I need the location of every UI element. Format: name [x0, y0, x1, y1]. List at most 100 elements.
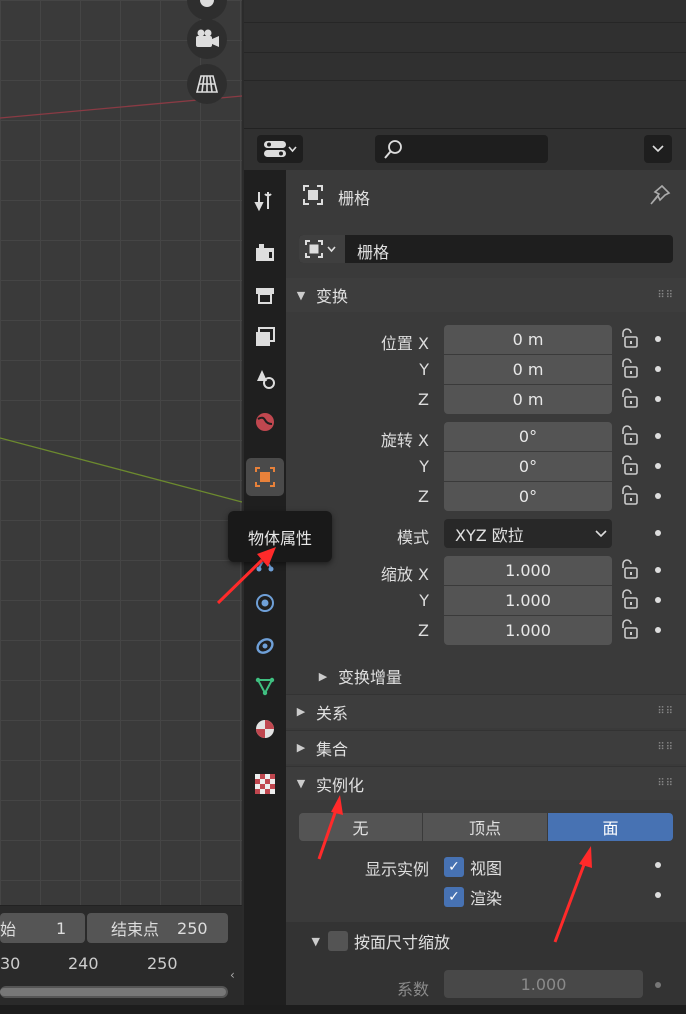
perspective-grid-icon[interactable]	[187, 64, 227, 104]
pin-icon[interactable]	[648, 183, 672, 207]
tab-render[interactable]	[246, 234, 284, 272]
rotation-x-keyframe-dot[interactable]	[655, 433, 661, 439]
end-frame-field[interactable]: 结束点 250	[87, 913, 228, 943]
properties-header	[244, 128, 686, 170]
rotation-z-lock-icon[interactable]	[618, 485, 640, 507]
rotation-z-field[interactable]: 0°	[444, 482, 612, 511]
scale-x-lock-icon[interactable]	[618, 559, 640, 581]
location-y-keyframe-dot[interactable]	[655, 366, 661, 372]
rotation-mode-select[interactable]: XYZ 欧拉	[444, 519, 612, 548]
tab-physics[interactable]	[246, 584, 284, 622]
rotation-y-field[interactable]: 0°	[444, 452, 612, 481]
rotation-z-label: Z	[418, 487, 429, 506]
object-browse-button[interactable]	[299, 235, 345, 263]
object-name-field[interactable]: 栅格	[299, 235, 673, 263]
show-render-checkbox[interactable]: ✓ 渲染	[444, 885, 502, 909]
viewport-axis-lines	[0, 95, 242, 503]
material-icon	[256, 720, 274, 738]
scale-x-keyframe-dot[interactable]	[655, 567, 661, 573]
location-y-field[interactable]: 0 m	[444, 355, 612, 384]
location-x-keyframe-dot[interactable]	[655, 336, 661, 342]
options-dropdown-button[interactable]	[644, 135, 672, 163]
editor-type-button[interactable]	[257, 135, 303, 163]
rotation-y-lock-icon[interactable]	[618, 455, 640, 477]
chevron-down-icon	[652, 145, 664, 153]
relations-section-header[interactable]: ▶ 关系 ⠿⠿	[286, 694, 686, 728]
delta-transform-section-header[interactable]: ▶ 变换增量	[308, 659, 686, 693]
object-properties-panel: 栅格 栅格 ▼ 变换 ⠿⠿ 位置 X Y Z 0 m 0 m 0 m 旋转 X Y …	[286, 170, 686, 1005]
search-input[interactable]	[375, 135, 548, 163]
physics-icon	[256, 594, 274, 612]
show-viewport-checkbox[interactable]: ✓ 视图	[444, 855, 502, 879]
location-z-lock-icon[interactable]	[618, 388, 640, 410]
location-x-field[interactable]: 0 m	[444, 325, 612, 354]
keyframe-dot[interactable]	[655, 892, 661, 898]
tab-data[interactable]	[246, 667, 284, 705]
rotation-mode-keyframe-dot[interactable]	[655, 530, 661, 536]
start-frame-field[interactable]: 始 1	[0, 913, 85, 943]
checkmark-icon: ✓	[444, 887, 464, 907]
scale-z-field[interactable]: 1.000	[444, 616, 612, 645]
location-x-lock-icon[interactable]	[618, 328, 640, 350]
mesh-data-icon	[255, 677, 275, 696]
scale-y-field[interactable]: 1.000	[444, 586, 612, 615]
tab-constraints[interactable]	[246, 626, 284, 664]
instancing-none-option[interactable]: 无	[299, 813, 422, 841]
scale-z-keyframe-dot[interactable]	[655, 627, 661, 633]
status-bar	[0, 1005, 686, 1014]
collections-section-header[interactable]: ▶ 集合 ⠿⠿	[286, 730, 686, 764]
scale-by-face-header[interactable]: ▼ 按面尺寸缩放	[286, 922, 686, 960]
location-y-lock-icon[interactable]	[618, 358, 640, 380]
chevron-down-icon	[595, 530, 607, 538]
instancing-vertices-option[interactable]: 顶点	[423, 813, 547, 841]
scale-y-keyframe-dot[interactable]	[655, 597, 661, 603]
location-z-label: Z	[418, 390, 429, 409]
rotation-x-field[interactable]: 0°	[444, 422, 612, 451]
instancing-section-header[interactable]: ▼ 实例化 ⠿⠿	[286, 766, 686, 800]
keyframe-dot[interactable]	[655, 982, 661, 988]
show-instancer-label: 显示实例	[364, 860, 429, 879]
rotation-y-label: Y	[419, 457, 429, 476]
tab-view-layer[interactable]	[246, 318, 284, 356]
collections-title: 集合	[316, 739, 349, 759]
viewport-label: 视图	[470, 859, 503, 878]
timeline-tick: 250	[147, 954, 178, 973]
tab-output[interactable]	[246, 276, 284, 314]
keyframe-dot[interactable]	[655, 862, 661, 868]
camera-icon[interactable]	[187, 19, 227, 59]
rotation-x-lock-icon[interactable]	[618, 425, 640, 447]
editor-type-icon	[264, 141, 297, 157]
object-icon	[255, 467, 275, 487]
timeline-tick: 240	[68, 954, 99, 973]
tab-material[interactable]	[246, 710, 284, 748]
end-frame-value: 250	[177, 918, 208, 938]
factor-label: 系数	[396, 980, 429, 999]
scale-x-field[interactable]: 1.000	[444, 556, 612, 585]
location-z-field[interactable]: 0 m	[444, 385, 612, 414]
timeline-scrollbar[interactable]	[0, 986, 228, 998]
tab-scene[interactable]	[246, 360, 284, 398]
start-frame-value: 1	[56, 918, 67, 938]
collapse-arrow-icon[interactable]: ‹	[230, 968, 242, 988]
object-name-label: 栅格	[338, 189, 371, 208]
rotation-y-keyframe-dot[interactable]	[655, 463, 661, 469]
tab-world[interactable]	[246, 403, 284, 441]
rotation-z-keyframe-dot[interactable]	[655, 493, 661, 499]
scale-by-face-checkbox[interactable]	[328, 931, 348, 951]
tab-object[interactable]	[246, 458, 284, 496]
timeline[interactable]: 始 1 结束点 250 30 240 250 ‹	[0, 905, 242, 1005]
transform-section-header[interactable]: ▼ 变换 ⠿⠿	[286, 278, 686, 312]
instancing-faces-option[interactable]: 面	[548, 813, 673, 841]
location-z-keyframe-dot[interactable]	[655, 396, 661, 402]
factor-field[interactable]: 1.000	[444, 970, 643, 998]
rotation-x-label: 旋转 X	[380, 431, 429, 450]
3d-viewport[interactable]	[0, 0, 242, 905]
scale-y-lock-icon[interactable]	[618, 589, 640, 611]
transform-title: 变换	[316, 287, 349, 306]
tool-icon	[254, 192, 272, 212]
scale-z-lock-icon[interactable]	[618, 619, 640, 641]
outliner-area	[244, 0, 686, 128]
tab-texture[interactable]	[246, 765, 284, 803]
constraints-icon	[256, 638, 274, 654]
tab-tool[interactable]	[246, 182, 284, 220]
